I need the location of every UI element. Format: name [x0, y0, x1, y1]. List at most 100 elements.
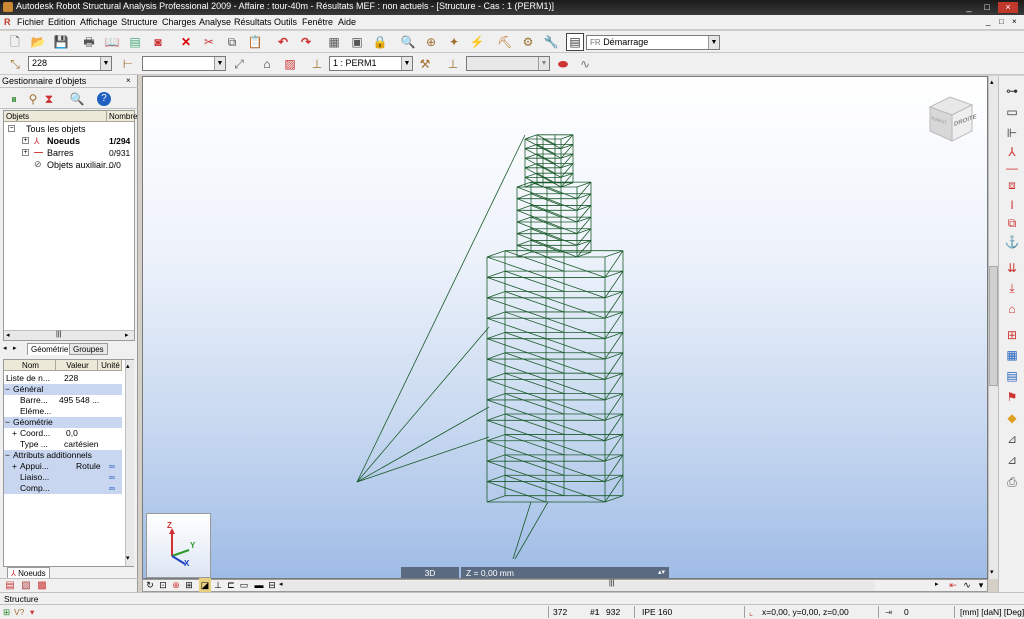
- expand-icon[interactable]: +: [22, 149, 29, 156]
- save-icon[interactable]: 💾: [52, 33, 70, 51]
- flag-tool-icon[interactable]: ⚑: [1003, 388, 1021, 406]
- chevron-down-icon[interactable]: ▼: [100, 57, 111, 70]
- bar-select-icon[interactable]: ⊢: [119, 55, 137, 73]
- structure-viewport[interactable]: AVANT DROITE Z Y X 3D Z = 0,00 mm ▴▾: [142, 76, 988, 579]
- support-tool-icon[interactable]: ⚓: [1003, 233, 1021, 251]
- view-3d-icon[interactable]: ◪: [199, 578, 211, 592]
- view-xz-icon[interactable]: ⊥: [212, 578, 224, 592]
- prop-row[interactable]: Eléme...: [4, 406, 122, 417]
- scroll-right-icon[interactable]: ▸: [125, 331, 129, 339]
- analysis-icon[interactable]: ⚡: [468, 33, 486, 51]
- material-tool-icon[interactable]: ⧉: [1003, 214, 1021, 232]
- calculator-icon[interactable]: ▣: [348, 33, 366, 51]
- line-tool-icon[interactable]: —: [1003, 159, 1021, 177]
- mesh-tool-icon[interactable]: ⊿: [1003, 451, 1021, 469]
- tab-next-icon[interactable]: ▸: [13, 344, 17, 352]
- help-select-icon[interactable]: ⤢: [230, 55, 248, 73]
- scroll-thumb[interactable]: |||: [609, 580, 614, 587]
- load-case-icon[interactable]: ⊥: [308, 55, 326, 73]
- chevron-down-icon[interactable]: ▼: [538, 57, 549, 70]
- prop-row[interactable]: + Coord... 0,0: [4, 428, 122, 439]
- open-folder-icon[interactable]: 📂: [29, 33, 47, 51]
- collapse-icon[interactable]: −: [5, 384, 13, 395]
- frame-tool-icon[interactable]: ⌂: [1003, 300, 1021, 318]
- mdi-minimize-button[interactable]: _: [986, 17, 990, 26]
- screen-capture-icon[interactable]: ▤: [126, 33, 144, 51]
- view-xy-icon[interactable]: ▭: [238, 578, 250, 592]
- redo-icon[interactable]: ↷: [297, 33, 315, 51]
- prop-row[interactable]: Liste de n... 228: [4, 373, 122, 384]
- ibeam-tool-icon[interactable]: Ι: [1003, 196, 1021, 214]
- menu-affichage[interactable]: Affichage: [80, 17, 117, 27]
- scroll-thumb[interactable]: [989, 266, 998, 386]
- warning-icon[interactable]: ▾: [30, 607, 34, 618]
- tree-item-bars[interactable]: Barres: [47, 148, 74, 158]
- table-tool-icon[interactable]: ▦: [1003, 346, 1021, 364]
- menu-edition[interactable]: Edition: [48, 17, 76, 27]
- scroll-up-icon[interactable]: ▴: [126, 362, 130, 370]
- link-icon[interactable]: ∞: [109, 472, 121, 483]
- panel-close-icon[interactable]: ×: [126, 76, 131, 85]
- layout-icon[interactable]: ▤: [566, 33, 584, 51]
- chart-tool-icon[interactable]: ▤: [1003, 367, 1021, 385]
- report-icon[interactable]: ▧: [19, 579, 33, 593]
- link-icon[interactable]: ∞: [109, 483, 121, 494]
- column-header-objects[interactable]: Objets: [4, 111, 107, 122]
- chevron-down-icon[interactable]: ▾: [975, 578, 987, 592]
- tab-groupes[interactable]: Groupes: [69, 343, 108, 355]
- layout-select[interactable]: FR Démarrage ▼: [586, 35, 720, 50]
- menu-aide[interactable]: Aide: [338, 17, 356, 27]
- material-icon[interactable]: ▨: [281, 55, 299, 73]
- scroll-thumb[interactable]: |||: [56, 331, 61, 338]
- load-case-select[interactable]: 1 : PERM1 ▼: [329, 56, 413, 71]
- menu-fichier[interactable]: Fichier: [17, 17, 44, 27]
- camera-icon[interactable]: ◙: [149, 33, 167, 51]
- mdi-close-button[interactable]: ×: [1012, 17, 1017, 26]
- load-type-icon[interactable]: ⊥: [444, 55, 462, 73]
- chevron-down-icon[interactable]: ▼: [401, 57, 412, 70]
- tree-item-auxiliary[interactable]: Objets auxiliair...: [47, 160, 113, 170]
- new-file-icon[interactable]: 🗋: [6, 33, 24, 51]
- scroll-down-icon[interactable]: ▾: [990, 568, 994, 576]
- table-icon[interactable]: ▦: [325, 33, 343, 51]
- view-fit-icon[interactable]: ⊞: [183, 578, 195, 592]
- view-options-icon[interactable]: ⊟: [266, 578, 278, 592]
- node-select-icon[interactable]: ⤡: [6, 55, 24, 73]
- maximize-button[interactable]: □: [980, 2, 994, 13]
- distributed-load-icon[interactable]: ⤓: [1003, 279, 1021, 297]
- prop-row[interactable]: Type ... cartésien: [4, 439, 122, 450]
- collapse-icon[interactable]: −: [5, 450, 13, 461]
- tower-model[interactable]: [143, 77, 988, 579]
- prop-header-value[interactable]: Valeur: [56, 360, 98, 371]
- expand-icon[interactable]: +: [12, 461, 20, 472]
- prop-section-general[interactable]: − Général: [4, 384, 122, 395]
- print-icon[interactable]: 🖶: [80, 33, 98, 51]
- mdi-restore-button[interactable]: □: [999, 17, 1004, 26]
- view-mode-label[interactable]: 3D: [401, 567, 459, 578]
- export-icon[interactable]: ▩: [35, 579, 49, 593]
- column-header-count[interactable]: Nombre: [107, 111, 137, 122]
- lock-icon[interactable]: 🔒: [371, 33, 389, 51]
- menu-fenetre[interactable]: Fenêtre: [302, 17, 333, 27]
- design-icon[interactable]: ⛏: [496, 33, 514, 51]
- minimize-button[interactable]: _: [962, 2, 976, 13]
- print-tool-icon[interactable]: ⎙: [1003, 473, 1021, 491]
- structure-tool-icon[interactable]: ⊞: [1003, 326, 1021, 344]
- prop-section-geometrie[interactable]: − Géométrie: [4, 417, 122, 428]
- filter-tree-icon[interactable]: ⏸: [5, 90, 23, 108]
- prop-header-unit[interactable]: Unité: [98, 360, 122, 371]
- close-view-icon[interactable]: ⇤: [947, 578, 959, 592]
- find-icon[interactable]: 🔍: [68, 90, 86, 108]
- modes-icon[interactable]: ∿: [576, 55, 594, 73]
- section-icon[interactable]: ⌂: [258, 55, 276, 73]
- viewcube[interactable]: AVANT DROITE: [922, 91, 977, 146]
- grid-icon[interactable]: V?: [14, 607, 24, 617]
- collapse-icon[interactable]: −: [5, 417, 13, 428]
- tab-prev-icon[interactable]: ◂: [3, 344, 7, 352]
- undo-icon[interactable]: ↶: [274, 33, 292, 51]
- prop-header-name[interactable]: Nom: [4, 360, 56, 371]
- properties-icon[interactable]: ✦: [445, 33, 463, 51]
- scroll-down-icon[interactable]: ▾: [126, 554, 130, 562]
- expand-icon[interactable]: +: [12, 428, 20, 439]
- selection-input[interactable]: 228 ▼: [28, 56, 112, 71]
